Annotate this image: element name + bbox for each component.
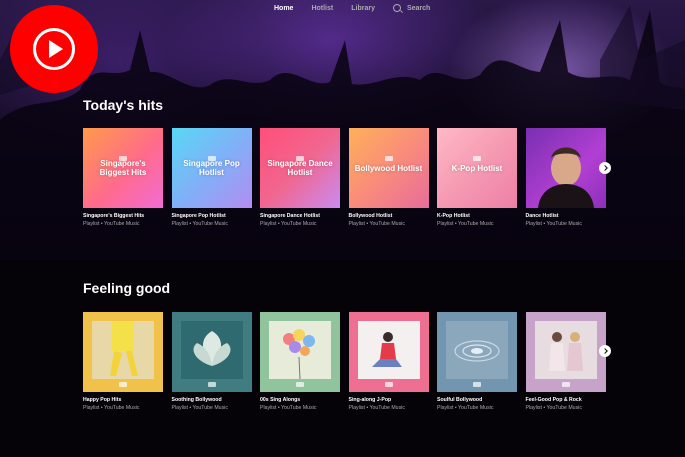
card-thumbnail[interactable] bbox=[171, 312, 252, 392]
card-subtitle: Playlist • YouTube Music bbox=[260, 221, 317, 227]
card-subtitle: Playlist • YouTube Music bbox=[437, 221, 494, 227]
nav-hotlist[interactable]: Hotlist bbox=[311, 5, 333, 12]
card-soothing-bollywood[interactable]: Soothing Bollywood Playlist • YouTube Mu… bbox=[171, 312, 252, 411]
youtube-music-logo-icon[interactable] bbox=[10, 5, 98, 93]
card-subtitle: Playlist • YouTube Music bbox=[260, 405, 317, 411]
thumbnail-label: Singapore's Biggest Hits bbox=[99, 159, 147, 177]
card-thumbnail[interactable] bbox=[83, 312, 163, 392]
chevron-right-icon bbox=[601, 165, 608, 171]
youtube-music-badge-icon bbox=[296, 156, 304, 161]
card-thumbnail[interactable]: Singapore's Biggest Hits bbox=[83, 128, 163, 208]
nav-library[interactable]: Library bbox=[351, 5, 375, 12]
card-k-pop-hotlist[interactable]: K-Pop Hotlist K-Pop Hotlist Playlist • Y… bbox=[437, 128, 517, 227]
search-label: Search bbox=[406, 4, 431, 12]
card-subtitle: Playlist • YouTube Music bbox=[83, 405, 140, 411]
youtube-music-badge-icon bbox=[296, 382, 304, 387]
youtube-music-badge-icon bbox=[473, 156, 481, 161]
thumbnail-photo bbox=[269, 321, 331, 379]
card-singapore-dance-hotlist[interactable]: Singapore Dance Hotlist Singapore Dance … bbox=[260, 128, 340, 227]
card-thumbnail[interactable]: K-Pop Hotlist bbox=[437, 128, 517, 208]
shelf-next-button[interactable] bbox=[599, 162, 611, 174]
thumbnail-label: Bollywood Hotlist bbox=[354, 163, 423, 173]
thumbnail-label: K-Pop Hotlist bbox=[451, 163, 503, 173]
card-thumbnail[interactable] bbox=[260, 312, 340, 392]
card-thumbnail[interactable] bbox=[437, 312, 517, 392]
thumbnail-photo bbox=[446, 321, 508, 379]
card-sing-along-j-pop[interactable]: Sing-along J-Pop Playlist • YouTube Musi… bbox=[348, 312, 429, 411]
shelf-todays-hits: Singapore's Biggest Hits Singapore's Big… bbox=[83, 128, 614, 227]
play-icon bbox=[49, 40, 63, 58]
card-title[interactable]: Dance Hotlist bbox=[526, 213, 606, 219]
youtube-music-badge-icon bbox=[384, 382, 393, 387]
card-thumbnail[interactable] bbox=[348, 312, 429, 392]
nav-home[interactable]: Home bbox=[274, 5, 293, 12]
card-soulful-bollywood[interactable]: Soulful Bollywood Playlist • YouTube Mus… bbox=[437, 312, 517, 411]
logo-ring bbox=[33, 28, 75, 70]
card-thumbnail[interactable]: Singapore Dance Hotlist bbox=[260, 128, 340, 208]
section-title-todays-hits: Today's hits bbox=[83, 97, 164, 113]
card-thumbnail[interactable] bbox=[525, 312, 606, 392]
card-subtitle: Playlist • YouTube Music bbox=[171, 221, 228, 227]
shelf-feeling-good: Happy Pop Hits Playlist • YouTube Music … bbox=[83, 312, 614, 411]
card-title[interactable]: Soothing Bollywood bbox=[172, 397, 252, 403]
thumbnail-photo bbox=[357, 321, 420, 379]
card-title[interactable]: K-Pop Hotlist bbox=[437, 213, 517, 219]
youtube-music-badge-icon bbox=[119, 382, 127, 387]
card-title[interactable]: Singapore Dance Hotlist bbox=[260, 213, 340, 219]
card-title[interactable]: Bollywood Hotlist bbox=[349, 213, 429, 219]
thumbnail-label: Singapore Dance Hotlist bbox=[267, 159, 333, 177]
card-subtitle: Playlist • YouTube Music bbox=[437, 405, 494, 411]
card-title[interactable]: Sing-along J-Pop bbox=[349, 397, 429, 403]
card-subtitle: Playlist • YouTube Music bbox=[348, 405, 405, 411]
youtube-music-badge-icon bbox=[207, 156, 216, 161]
top-nav: Home Hotlist Library Search bbox=[274, 4, 430, 12]
card-subtitle: Playlist • YouTube Music bbox=[525, 221, 582, 227]
youtube-music-badge-icon bbox=[561, 382, 570, 387]
card-subtitle: Playlist • YouTube Music bbox=[171, 405, 228, 411]
card-title[interactable]: Singapore Pop Hotlist bbox=[172, 213, 252, 219]
thumbnail-photo bbox=[534, 321, 597, 379]
card-title[interactable]: 00s Sing Alongs bbox=[260, 397, 340, 403]
card-singapores-biggest-hits[interactable]: Singapore's Biggest Hits Singapore's Big… bbox=[83, 128, 163, 227]
card-bollywood-hotlist[interactable]: Bollywood Hotlist Bollywood Hotlist Play… bbox=[348, 128, 429, 227]
search-button[interactable]: Search bbox=[392, 4, 431, 12]
card-title[interactable]: Singapore's Biggest Hits bbox=[83, 213, 163, 219]
card-thumbnail[interactable]: Singapore Pop Hotlist bbox=[171, 128, 252, 208]
section-title-feeling-good: Feeling good bbox=[83, 280, 171, 296]
chevron-right-icon bbox=[601, 348, 608, 354]
card-dance-hotlist[interactable]: Dance Hotlist Playlist • YouTube Music bbox=[525, 128, 606, 227]
artist-portrait bbox=[537, 147, 594, 208]
card-subtitle: Playlist • YouTube Music bbox=[348, 221, 405, 227]
card-singapore-pop-hotlist[interactable]: Singapore Pop Hotlist Singapore Pop Hotl… bbox=[171, 128, 252, 227]
card-thumbnail[interactable] bbox=[525, 128, 606, 208]
card-happy-pop-hits[interactable]: Happy Pop Hits Playlist • YouTube Music bbox=[83, 312, 163, 411]
youtube-music-badge-icon bbox=[384, 156, 393, 161]
thumbnail-photo bbox=[180, 321, 243, 379]
search-icon bbox=[392, 4, 401, 12]
card-title[interactable]: Soulful Bollywood bbox=[437, 397, 517, 403]
youtube-music-badge-icon bbox=[119, 156, 127, 161]
card-feel-good-pop-rock[interactable]: Feel-Good Pop & Rock Playlist • YouTube … bbox=[525, 312, 606, 411]
youtube-music-badge-icon bbox=[207, 382, 216, 387]
thumbnail-photo bbox=[92, 321, 154, 379]
youtube-music-badge-icon bbox=[473, 382, 481, 387]
card-title[interactable]: Feel-Good Pop & Rock bbox=[526, 397, 606, 403]
card-00s-sing-alongs[interactable]: 00s Sing Alongs Playlist • YouTube Music bbox=[260, 312, 340, 411]
card-subtitle: Playlist • YouTube Music bbox=[83, 221, 140, 227]
card-subtitle: Playlist • YouTube Music bbox=[525, 405, 582, 411]
card-title[interactable]: Happy Pop Hits bbox=[83, 397, 163, 403]
shelf-next-button[interactable] bbox=[599, 345, 611, 357]
card-thumbnail[interactable]: Bollywood Hotlist bbox=[348, 128, 429, 208]
thumbnail-label: Singapore Pop Hotlist bbox=[183, 159, 240, 177]
